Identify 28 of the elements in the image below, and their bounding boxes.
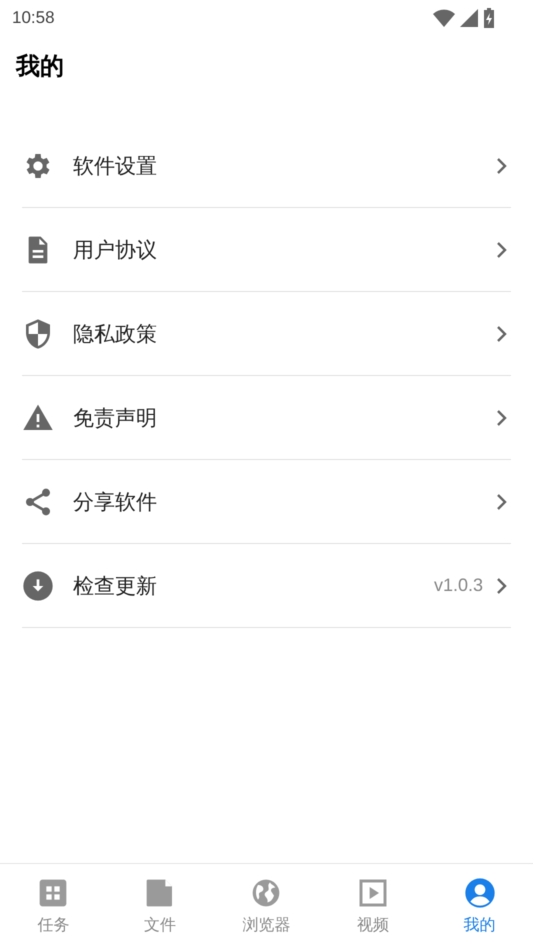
page-title: 我的 bbox=[14, 51, 65, 82]
signal-icon bbox=[460, 9, 478, 27]
menu-label: 隐私政策 bbox=[73, 320, 158, 348]
globe-icon bbox=[250, 876, 282, 908]
menu-label: 免责声明 bbox=[73, 404, 158, 432]
menu-label: 分享软件 bbox=[73, 488, 158, 516]
play-icon bbox=[357, 876, 390, 908]
nav-tab[interactable]: 我的 bbox=[426, 864, 533, 948]
menu-label: 用户协议 bbox=[73, 236, 158, 264]
nav-tab[interactable]: 视频 bbox=[320, 864, 426, 948]
menu-item[interactable]: 隐私政策 bbox=[22, 292, 511, 376]
person-icon bbox=[464, 876, 496, 908]
menu-item[interactable]: 软件设置 bbox=[22, 124, 511, 208]
nav-tab[interactable]: 任务 bbox=[0, 864, 107, 948]
grid-icon bbox=[37, 876, 70, 908]
download-icon bbox=[22, 570, 54, 602]
battery-icon bbox=[483, 8, 495, 28]
nav-tab[interactable]: 文件 bbox=[106, 864, 214, 948]
nav-tab[interactable]: 浏览器 bbox=[213, 864, 320, 948]
menu-item[interactable]: 检查更新 v1.0.3 bbox=[22, 544, 511, 628]
wifi-icon bbox=[433, 9, 455, 27]
menu-item[interactable]: 用户协议 bbox=[22, 208, 511, 292]
menu-label: 软件设置 bbox=[73, 152, 158, 180]
version-text: v1.0.3 bbox=[434, 575, 483, 596]
menu-item[interactable]: 分享软件 bbox=[22, 460, 511, 544]
menu-label: 检查更新 bbox=[73, 572, 158, 600]
status-time: 10:58 bbox=[12, 8, 55, 28]
menu-item[interactable]: 免责声明 bbox=[22, 376, 511, 460]
